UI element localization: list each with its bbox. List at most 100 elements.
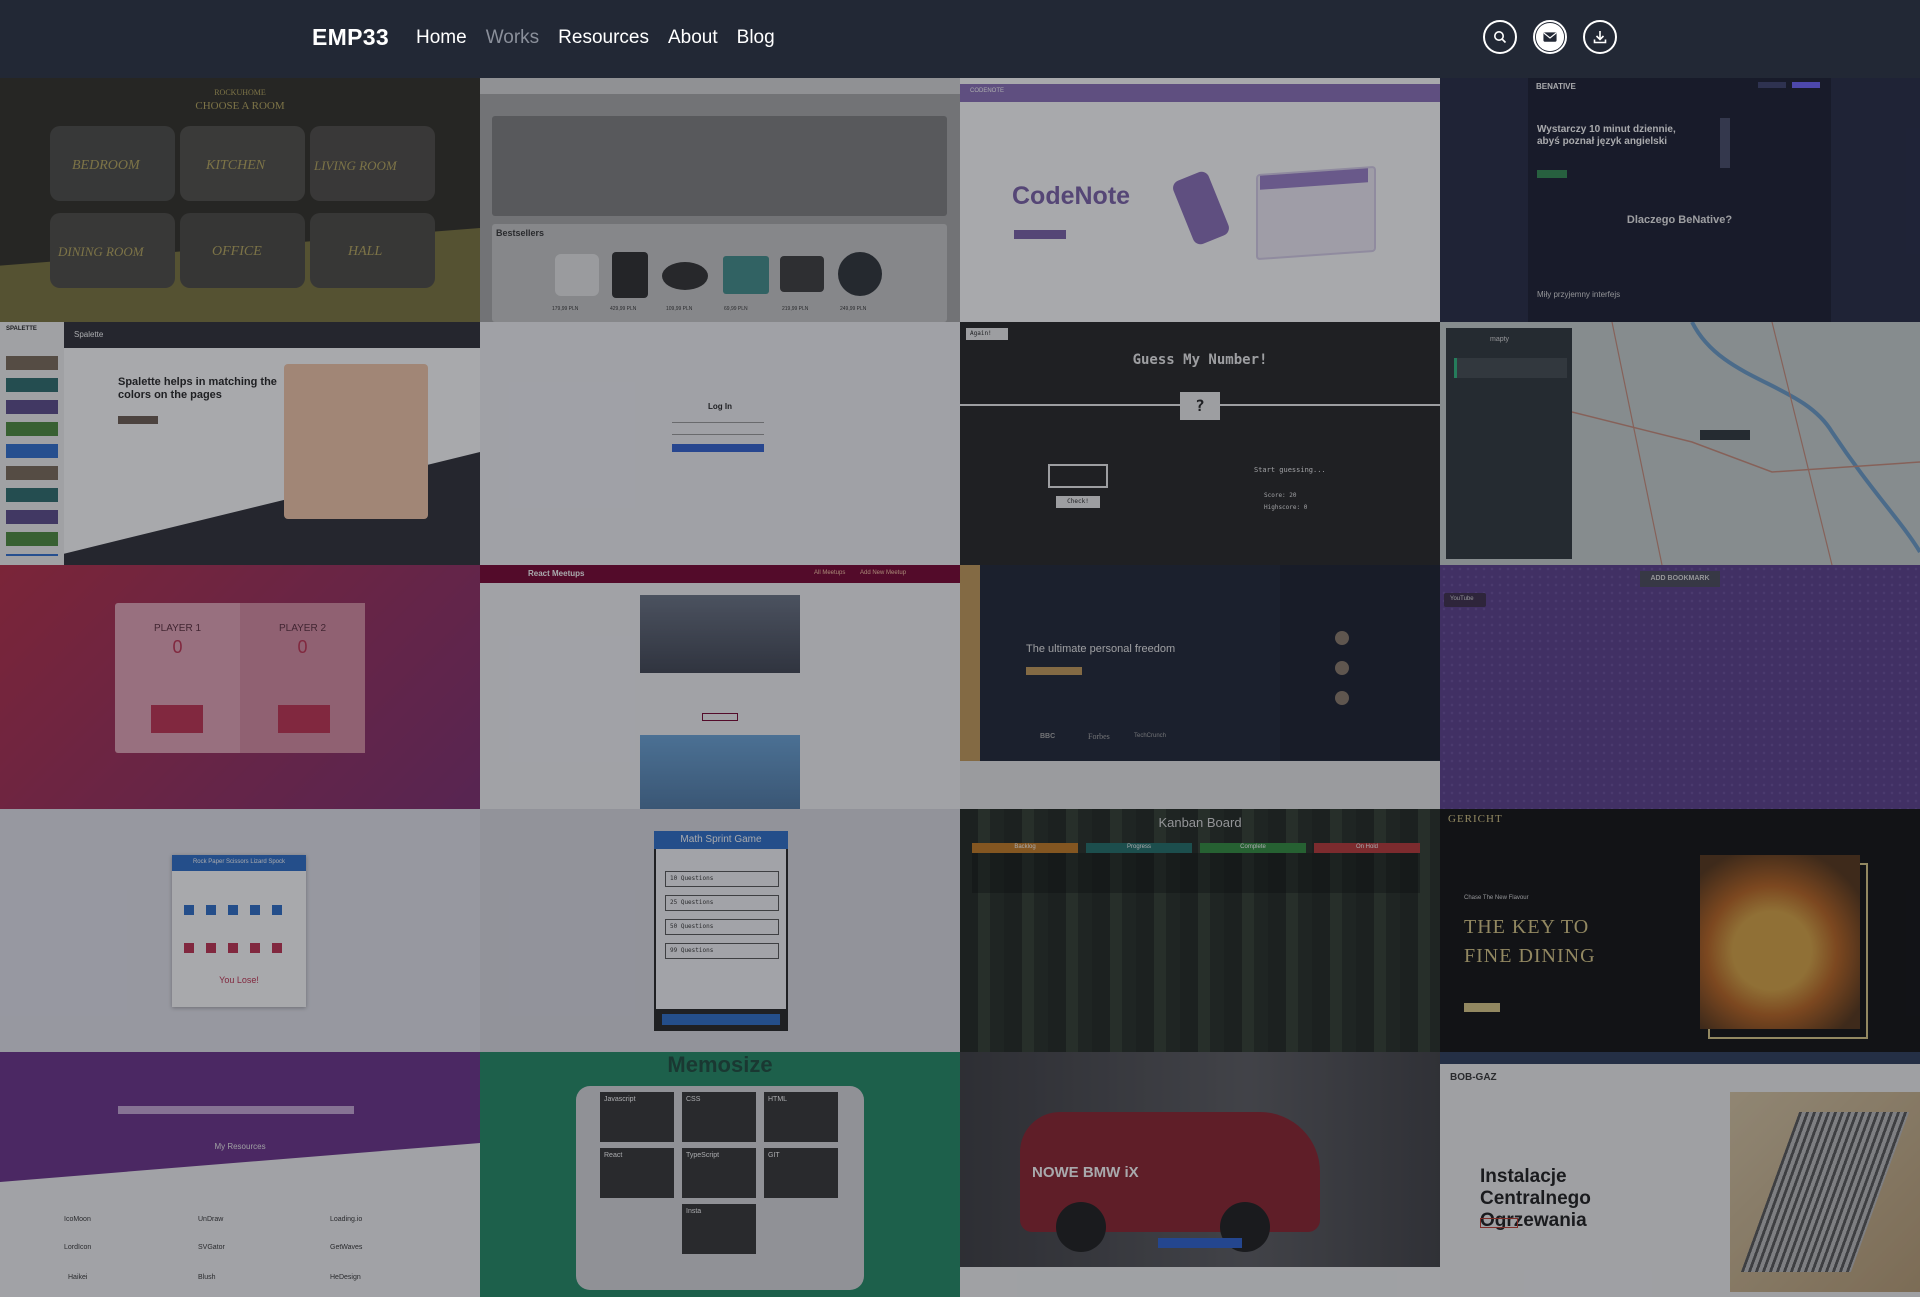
room-label: DINING ROOM — [58, 244, 144, 259]
work-rockuhome[interactable]: ROCKUHOME CHOOSE A ROOM BEDROOM KITCHEN … — [0, 78, 480, 322]
column-label: Backlog — [1014, 844, 1036, 850]
add-bookmark-label: ADD BOOKMARK — [1650, 575, 1710, 582]
result-text: You Lose! — [219, 975, 259, 985]
cta-button — [1537, 170, 1567, 178]
work-mapty[interactable]: mapty — [1440, 322, 1920, 565]
tile-brand: CODENOTE — [970, 88, 1005, 94]
cta-button — [1158, 1238, 1242, 1248]
bookmark-label: YouTube — [1450, 596, 1474, 602]
section-title: Bestsellers — [496, 228, 545, 238]
tile-brand: BENATIVE — [1536, 82, 1576, 91]
work-bob-gaz[interactable]: BOB-GAZ Instalacje Centralnego Ogrzewani… — [1440, 1052, 1920, 1297]
price: 429,99 PLN — [610, 306, 637, 312]
workout-form — [1454, 358, 1567, 378]
nav-about[interactable]: About — [668, 27, 718, 49]
cta-button — [1464, 1003, 1500, 1012]
nav-button — [1758, 82, 1786, 88]
work-codenote[interactable]: CODENOTE CodeNote — [960, 78, 1440, 322]
player1-score: 0 — [172, 637, 183, 657]
option-label: 25 Questions — [670, 899, 714, 906]
product-image — [662, 262, 708, 290]
work-guess-number[interactable]: Again! Guess My Number! ? Check! Start g… — [960, 322, 1440, 565]
submit-button — [672, 444, 764, 452]
tile-brand: BOB-GAZ — [1450, 1072, 1497, 1083]
nav-home[interactable]: Home — [416, 27, 467, 49]
secret-mark: ? — [1195, 396, 1205, 415]
work-shop[interactable]: Bestsellers 179,99 PLN 429,99 PLN 109,99… — [480, 78, 960, 322]
cta-button — [1480, 1218, 1518, 1228]
work-benative[interactable]: BENATIVE Wystarczy 10 minut dziennie, ab… — [1440, 78, 1920, 322]
work-math-sprint[interactable]: Math Sprint Game 10 Questions 25 Questio… — [480, 809, 960, 1052]
option-label: 10 Questions — [670, 875, 714, 882]
codenote-navbar — [960, 84, 1440, 102]
work-rpsls[interactable]: Rock Paper Scissors Lizard Spock You Los… — [0, 809, 480, 1052]
pattern — [1440, 565, 1920, 809]
nav-resources[interactable]: Resources — [558, 27, 649, 49]
current-score-1 — [151, 705, 203, 733]
meetup-image — [640, 735, 800, 809]
hero-headline: NOWE BMW iX — [1032, 1164, 1139, 1181]
resource-item: Loading.io — [330, 1216, 363, 1223]
price: 109,99 PLN — [666, 306, 693, 312]
product-image — [612, 252, 648, 298]
color-preview — [284, 364, 428, 519]
resource-item: LordIcon — [64, 1244, 92, 1251]
resource-item: Haikei — [68, 1274, 88, 1281]
nav-works[interactable]: Works — [486, 27, 539, 49]
feature-text: Miły przyjemny interfejs — [1537, 290, 1621, 299]
work-bookmarks[interactable]: ADD BOOKMARK YouTube — [1440, 565, 1920, 809]
work-pig-game[interactable]: PLAYER 1 PLAYER 2 0 0 — [0, 565, 480, 809]
work-login[interactable]: Log In — [480, 322, 960, 565]
nav-title: Spalette — [74, 330, 104, 339]
avatar — [1335, 631, 1349, 645]
column-label: Progress — [1126, 844, 1151, 850]
column-label: Complete — [1240, 844, 1266, 850]
resource-item: Blush — [198, 1274, 216, 1281]
player2-label: PLAYER 2 — [278, 623, 327, 634]
start-button — [662, 1014, 780, 1025]
tile-brand: mapty — [1490, 336, 1510, 343]
spalette-navbar — [64, 322, 480, 348]
tile-brand: GERICHT — [1448, 813, 1503, 825]
tile-brand: SPALETTE — [6, 326, 37, 332]
meetup-image — [640, 595, 800, 673]
page-frame — [1528, 78, 1831, 322]
room-label: OFFICE — [212, 244, 262, 259]
work-bmw[interactable]: NOWE BMW iX — [960, 1052, 1440, 1297]
board-title: Kanban Board — [1158, 815, 1242, 830]
tile-title: CHOOSE A ROOM — [195, 100, 285, 112]
main-nav: Home Works Resources About Blog — [416, 27, 794, 49]
work-spalette[interactable]: SPALETTE Spalette Spalette helps in matc… — [0, 322, 480, 565]
product-image — [723, 256, 769, 294]
press-logo: TechCrunch — [1134, 733, 1167, 739]
check-label: Check! — [1067, 498, 1089, 505]
price: 219,99 PLN — [782, 306, 809, 312]
browser-bar — [480, 78, 960, 94]
mail-button[interactable] — [1533, 20, 1567, 54]
download-button[interactable] — [1583, 20, 1617, 54]
site-logo[interactable]: EMP33 — [312, 24, 389, 51]
work-kanban[interactable]: Kanban Board Backlog Progress Complete O… — [960, 809, 1440, 1052]
guess-input — [1048, 464, 1108, 488]
search-button[interactable] — [1483, 20, 1517, 54]
nav-blog[interactable]: Blog — [737, 27, 775, 49]
player1-label: PLAYER 1 — [153, 623, 202, 634]
room-label: HALL — [348, 244, 383, 259]
work-memosize[interactable]: Memosize Javascript CSS HTML React TypeS… — [480, 1052, 960, 1297]
score-text: Score: 20 — [1264, 492, 1297, 499]
work-freedom[interactable]: The ultimate personal freedom BBC Forbes… — [960, 565, 1440, 809]
card-title: TypeScript — [686, 1152, 720, 1159]
work-gericht[interactable]: GERICHT Chase The New Flavour THE KEY TO… — [1440, 809, 1920, 1052]
product-image — [780, 256, 824, 292]
tile-brand: React Meetups — [528, 569, 585, 578]
press-logo: Forbes — [1088, 732, 1110, 741]
cta-button — [1026, 667, 1082, 675]
mail-icon — [1535, 22, 1565, 52]
cta-button — [118, 416, 158, 424]
details-button — [702, 713, 738, 721]
app-title: Memosize — [667, 1052, 773, 1077]
input-line — [672, 422, 764, 423]
work-my-resources[interactable]: My Resources IcoMoon UnDraw Loading.io L… — [0, 1052, 480, 1297]
work-react-meetups[interactable]: React Meetups All Meetups Add New Meetup — [480, 565, 960, 809]
resource-item: SVGator — [198, 1244, 225, 1251]
